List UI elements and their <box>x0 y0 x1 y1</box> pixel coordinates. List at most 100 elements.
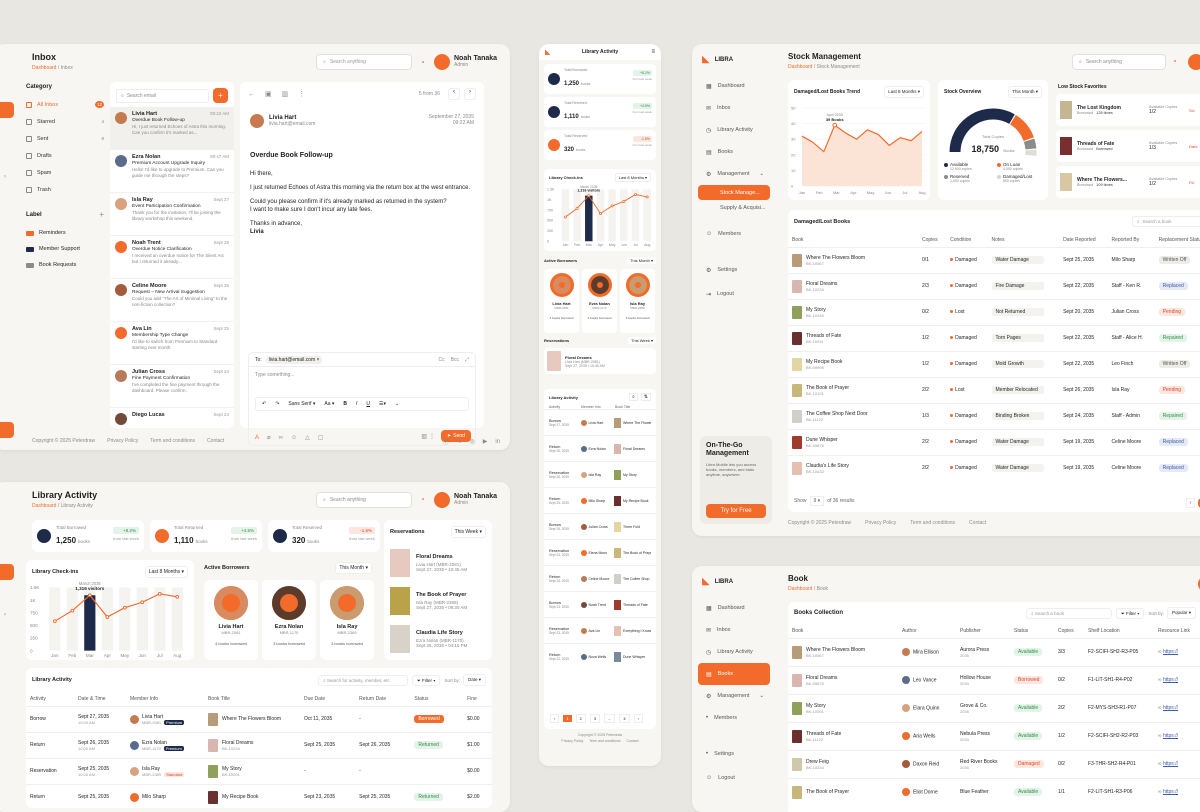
try-free-button[interactable]: Try for Free <box>706 504 766 518</box>
page-button[interactable]: 1 <box>563 715 571 722</box>
message-item[interactable]: Ezra Nolan08:47 AMPremium Account Upgrad… <box>110 150 234 193</box>
line-point[interactable] <box>123 606 126 609</box>
nav-item[interactable]: ✉Inbox <box>698 97 770 119</box>
column-header[interactable]: Status <box>1010 624 1054 638</box>
table-row[interactable]: Floral DreamsBK-09876Leo VanceHollow Hou… <box>788 666 1200 694</box>
avatar[interactable] <box>1188 54 1200 70</box>
column-header[interactable]: Book <box>788 233 918 247</box>
checkin-bar[interactable] <box>585 196 592 242</box>
table-row[interactable]: ReturnSept 25, 2035Milo SharpMy Recipe B… <box>26 784 492 808</box>
column-header[interactable]: Fine <box>463 692 492 706</box>
youtube-icon[interactable]: ▶ <box>483 438 488 445</box>
search-input[interactable]: ⌕Search anything <box>316 492 412 508</box>
expand-icon[interactable]: ⤢ <box>465 357 469 363</box>
table-row[interactable]: Claudia's Life StoryBK-104322/2DamagedWa… <box>788 455 1200 481</box>
table-row[interactable]: The Book of PrayerEliot DorneBlue Feathe… <box>788 778 1200 806</box>
nav-item[interactable]: ✉Inbox <box>698 619 770 641</box>
privacy-link[interactable]: Privacy Policy <box>865 520 896 526</box>
borrower-card[interactable]: Livia HartMBR-20814 books borrowed <box>544 269 579 333</box>
column-header[interactable]: Due Date <box>300 692 355 706</box>
book-search-input[interactable]: ⌕ Search a book <box>1026 608 1112 619</box>
redo-icon[interactable]: ↷ <box>275 401 279 407</box>
category-item[interactable]: Trash <box>26 181 104 198</box>
category-item[interactable]: Sent8 <box>26 130 104 147</box>
link-icon[interactable]: ∞ <box>279 435 283 441</box>
contact-link[interactable]: Contact <box>627 739 639 743</box>
search-icon[interactable]: ⌕ <box>629 393 638 401</box>
table-row[interactable]: Threads of FateBK-109111/2DamagedTorn Pa… <box>788 325 1200 351</box>
undo-icon[interactable]: ↶ <box>262 401 266 407</box>
activity-row[interactable]: ReturnSept 22, 2035Nova WellsDune Whispe… <box>544 643 656 669</box>
drive-icon[interactable]: △ <box>305 434 310 441</box>
collapse-icon[interactable]: › <box>4 612 6 618</box>
res-period-select[interactable]: This Week ▾ <box>628 337 656 344</box>
label-item[interactable]: Member Support <box>26 241 104 257</box>
table-row[interactable]: Where The Flowers BloomBK-10567Mira Elli… <box>788 638 1200 666</box>
email-search-input[interactable]: ⌕ Search email <box>116 89 209 103</box>
nav-item[interactable]: ◷Library Activity <box>698 119 770 141</box>
search-input[interactable]: ⌕Search anything <box>316 54 412 70</box>
table-row[interactable]: The Coffee Shop Next DoorBK-111221/3Dama… <box>788 403 1200 429</box>
resource-link[interactable]: https:// <box>1163 789 1178 795</box>
table-row[interactable]: My StoryBK-10001Elara QuinnGrove & Co.20… <box>788 694 1200 722</box>
label-item[interactable]: Book Requests <box>26 257 104 273</box>
nav-item[interactable]: ▤Books <box>698 141 770 163</box>
terms-link[interactable]: Term and conditions <box>910 520 955 526</box>
prev-page-button[interactable]: ‹ <box>448 88 460 100</box>
nav-item[interactable]: ▤Books <box>698 663 770 685</box>
notification-icon[interactable]: ◔ <box>1172 57 1177 66</box>
line-point[interactable] <box>176 595 179 598</box>
underline-icon[interactable]: U <box>366 401 370 407</box>
line-point[interactable] <box>646 196 648 198</box>
resource-link[interactable]: https:// <box>1163 677 1178 683</box>
low-stock-item[interactable]: Threads of FateBorrowedBorrowedAvailable… <box>1056 130 1200 162</box>
line-point[interactable] <box>634 193 636 195</box>
column-header[interactable]: Member Info <box>126 692 204 706</box>
more-icon[interactable]: ⋮ <box>298 90 305 98</box>
filter-button[interactable]: ⏷ Filter ▾ <box>1116 608 1144 619</box>
facebook-icon[interactable]: ⓕ <box>443 437 449 446</box>
column-header[interactable]: Book Title <box>204 692 300 706</box>
bcc-button[interactable]: Bcc <box>451 357 459 363</box>
line-point[interactable] <box>623 200 625 202</box>
trend-point[interactable] <box>833 123 837 127</box>
discard-icon[interactable]: ▥ <box>421 433 427 440</box>
table-row[interactable]: My StoryBK-103450/2LostNot ReturnedSept … <box>788 299 1200 325</box>
trash-icon[interactable]: ▥ <box>282 90 289 98</box>
back-icon[interactable]: ← <box>248 91 255 98</box>
reservation-item[interactable]: Claudia Life StoryEzra Nolan (MBR-1170)S… <box>384 620 492 658</box>
bold-icon[interactable]: B <box>343 401 347 407</box>
filter-icon[interactable]: ⇅ <box>641 393 651 401</box>
more-format-icon[interactable]: ⌄ <box>395 401 399 407</box>
resource-link[interactable]: https:// <box>1163 733 1178 739</box>
notification-icon[interactable]: ◔ <box>420 495 425 504</box>
next-page-button[interactable]: › <box>464 88 476 100</box>
activity-row[interactable]: ReturnSept 26, 2035Ezra NolanFloral Drea… <box>544 435 656 461</box>
column-header[interactable]: Activity <box>26 692 74 706</box>
nav-item[interactable]: ▦Dashboard <box>698 597 770 619</box>
terms-link[interactable]: Term and conditions <box>150 438 195 444</box>
table-row[interactable]: My Recipe BookBK-099991/2DamagedMold Gro… <box>788 351 1200 377</box>
line-point[interactable] <box>611 205 613 207</box>
nav-item[interactable]: ⚙Settings <box>698 259 770 281</box>
borrower-card[interactable]: Ezra NolanMBR-11703 books borrowed <box>582 269 617 333</box>
low-stock-item[interactable]: Where The Flowers...Borrowed109 timesAva… <box>1056 166 1200 198</box>
table-row[interactable]: Dune WhisperBK-098762/2DamagedWater Dama… <box>788 429 1200 455</box>
list-icon[interactable]: ☰▾ <box>379 401 386 407</box>
message-item[interactable]: Celine MooreSept 26Request – New Arrival… <box>110 279 234 322</box>
emoji-icon[interactable]: ☺ <box>291 435 297 441</box>
low-stock-item[interactable]: The Lost KingdomBorrowed128 timesAvailab… <box>1056 94 1200 126</box>
resource-link[interactable]: https:// <box>1163 649 1178 655</box>
label-item[interactable]: Reminders <box>26 225 104 241</box>
category-item[interactable]: All Inbox12 <box>26 96 104 113</box>
nav-item[interactable]: ☺Logout <box>698 767 770 789</box>
line-point[interactable] <box>53 620 56 623</box>
table-row[interactable]: ReservationSept 25, 203510:00 AMIsla Ray… <box>26 758 492 784</box>
activity-row[interactable]: BorrowSept 23, 2035Noah TrentThreads of … <box>544 591 656 617</box>
reservation-item[interactable]: The Book of PrayerIsla Ray (MBR-2389)Sep… <box>384 582 492 620</box>
privacy-link[interactable]: Privacy Policy <box>107 438 138 444</box>
compose-button[interactable]: + <box>213 88 228 103</box>
table-row[interactable]: Where The Flowers BloomBK-105670/1Damage… <box>788 247 1200 273</box>
column-header[interactable]: Date Reported <box>1059 233 1107 247</box>
table-row[interactable]: BorrowSept 27, 203510:00 AMLivia HartMBR… <box>26 706 492 732</box>
